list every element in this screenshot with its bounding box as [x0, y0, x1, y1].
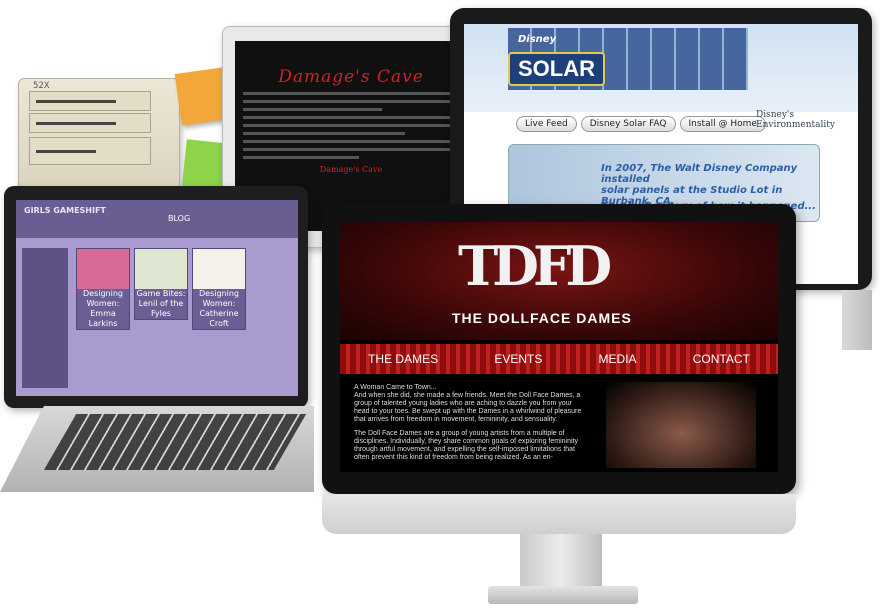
about-paragraph: The Doll Face Dames are a group of young… — [354, 430, 578, 461]
dollface-header: TDFD THE DOLLFACE DAMES — [340, 222, 778, 340]
card-title: Game Bites: Lenil of the Fyles — [136, 289, 186, 318]
imac-chin — [322, 494, 796, 534]
environmentality-logo: Disney's Environmentality — [756, 110, 835, 130]
card-image — [77, 249, 129, 289]
solar-nav: Live Feed Disney Solar FAQ Install @ Hom… — [516, 116, 766, 132]
dollface-tagline: THE DOLLFACE DAMES — [452, 310, 632, 326]
laptop-site-logo[interactable]: GIRLS GAMESHIFT — [24, 206, 106, 215]
story-line-1: In 2007, The Walt Disney Company install… — [601, 163, 798, 185]
dames-photo — [606, 382, 756, 468]
dollface-body: A Woman Came to Town... And when she did… — [354, 384, 586, 462]
blog-card[interactable]: Game Bites: Lenil of the Fyles — [134, 248, 188, 320]
card-image — [135, 249, 187, 289]
card-title: Designing Women: Catherine Croft — [199, 289, 239, 328]
crt-site-link[interactable]: Damage's Cave — [235, 165, 467, 174]
solar-faq-button[interactable]: Disney Solar FAQ — [580, 116, 676, 132]
crt-site-title: Damage's Cave — [278, 67, 424, 87]
solar-logo[interactable]: SOLAR — [508, 52, 605, 86]
laptop-screen: GIRLS GAMESHIFT BLOG Designing Women: Em… — [16, 200, 298, 396]
nav-events[interactable]: EVENTS — [494, 352, 542, 366]
nav-media[interactable]: MEDIA — [599, 352, 637, 366]
blog-card[interactable]: Designing Women: Emma Larkins — [76, 248, 130, 330]
disney-logo: Disney — [518, 34, 557, 45]
intro-paragraph: And when she did, she made a few friends… — [354, 392, 582, 423]
env-line-1: Disney's — [756, 110, 795, 120]
install-home-button[interactable]: Install @ Home — [679, 116, 766, 132]
imac-neck — [520, 534, 602, 588]
nav-contact[interactable]: CONTACT — [693, 352, 750, 366]
laptop: GIRLS GAMESHIFT BLOG Designing Women: Em… — [4, 186, 308, 408]
imac-foot — [488, 586, 638, 604]
live-feed-button[interactable]: Live Feed — [516, 116, 577, 132]
dollface-nav: THE DAMES EVENTS MEDIA CONTACT — [340, 344, 778, 374]
solar-header: SOLAR Disney — [464, 24, 858, 112]
monitor-stand — [842, 290, 872, 350]
laptop-site-header: GIRLS GAMESHIFT BLOG — [16, 200, 298, 238]
optical-drive — [29, 91, 151, 111]
env-line-2: Environmentality — [756, 120, 835, 130]
card-title: Designing Women: Emma Larkins — [83, 289, 123, 328]
floppy-drive — [29, 137, 151, 165]
tower-label: 52X — [33, 81, 50, 91]
dollface-logo[interactable]: TDFD — [458, 234, 612, 298]
imac-main: TDFD THE DOLLFACE DAMES THE DAMES EVENTS… — [322, 204, 796, 494]
laptop-site-blog[interactable]: BLOG — [168, 214, 190, 223]
blog-card[interactable]: Designing Women: Catherine Croft — [192, 248, 246, 330]
laptop-sidebar — [22, 248, 68, 388]
intro-heading: A Woman Came to Town... — [354, 384, 437, 391]
laptop-keyboard-base — [0, 406, 314, 492]
imac-screen: TDFD THE DOLLFACE DAMES THE DAMES EVENTS… — [340, 222, 778, 472]
card-image — [193, 249, 245, 289]
nav-the-dames[interactable]: THE DAMES — [368, 352, 438, 366]
optical-drive-2 — [29, 113, 151, 133]
